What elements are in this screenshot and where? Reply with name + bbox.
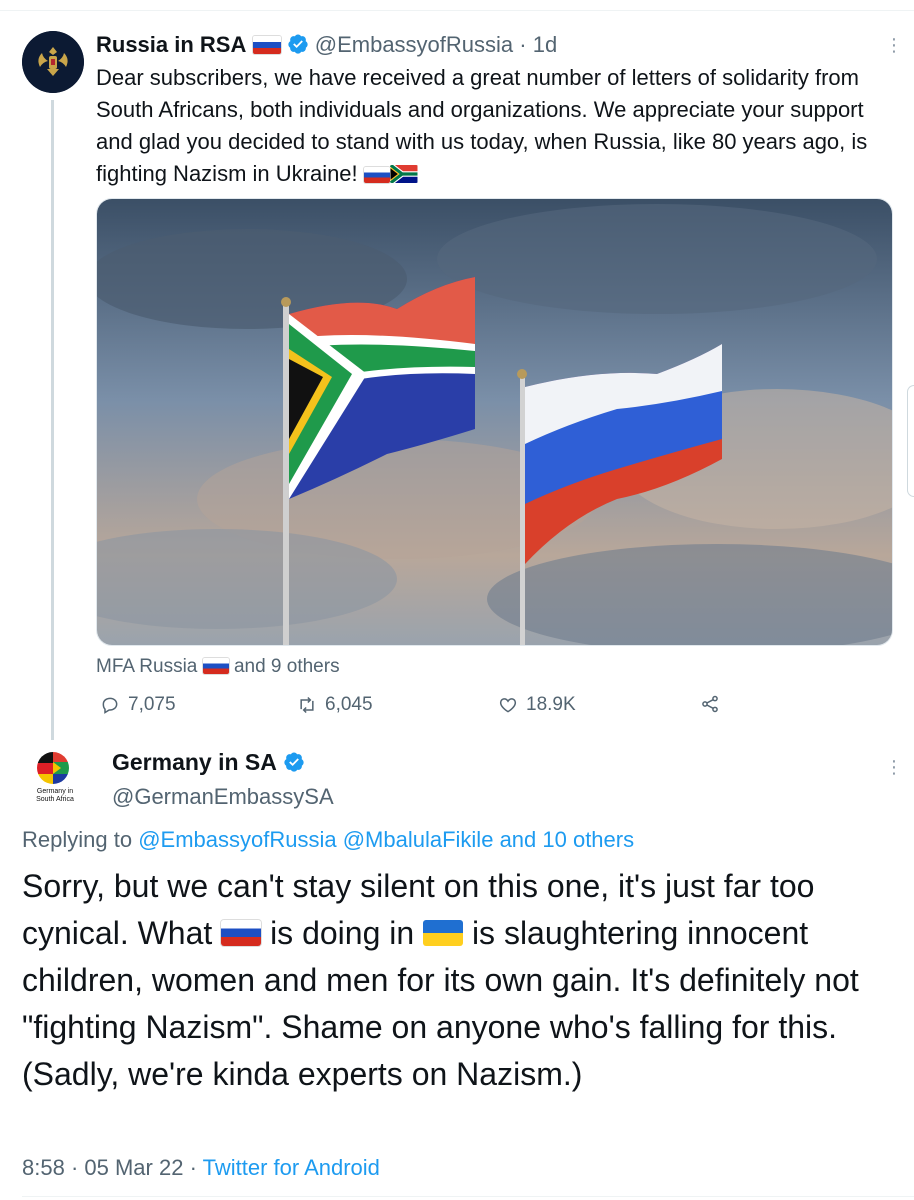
south-africa-flag-icon (389, 165, 418, 183)
avatar-caption: Germany in South Africa (27, 788, 83, 804)
tweet1-body: Dear subscribers, we have received a gre… (96, 65, 868, 186)
retweet-count: 6,045 (325, 694, 373, 715)
reply-icon (102, 697, 118, 714)
tweet1-header: Russia in RSA @EmbassyofRussia · 1d (96, 30, 557, 60)
tweet1-text: Dear subscribers, we have received a gre… (96, 62, 886, 190)
tweet1-author-name[interactable]: Russia in RSA (96, 32, 246, 57)
tweet2-author-name[interactable]: Germany in SA (112, 749, 277, 775)
tweet2-text-part2: is doing in (261, 915, 424, 951)
share-icon (702, 695, 718, 713)
top-divider (0, 0, 914, 11)
tweet2-author: Germany in SA (112, 746, 305, 778)
replying-prefix: Replying to (22, 827, 139, 852)
like-button[interactable]: 18.9K (498, 694, 576, 716)
tweet1-handle[interactable]: @EmbassyofRussia (315, 32, 513, 57)
tweet2-meta: 8:58 · 05 Mar 22 · Twitter for Android (22, 1153, 380, 1183)
more-options-icon[interactable]: ⋮ (885, 36, 903, 54)
tweet1-actions: 7,075 6,045 18.9K (100, 694, 740, 720)
russia-embassy-avatar[interactable] (22, 31, 84, 93)
avatar-caption-line2: South Africa (36, 796, 74, 803)
reply-mention-mbalulafikile[interactable]: @MbalulaFikile (343, 827, 494, 852)
tweet2-handle[interactable]: @GermanEmbassySA (112, 782, 334, 812)
bottom-divider (22, 1196, 914, 1197)
like-icon (499, 698, 517, 713)
germany-embassy-avatar[interactable]: Germany in South Africa (27, 748, 83, 808)
coat-of-arms-icon (22, 31, 84, 93)
germany-sa-logo-icon (37, 752, 69, 784)
russia-flag-icon (252, 36, 281, 54)
scroll-handle[interactable] (907, 385, 914, 497)
meta-separator: · (183, 1155, 203, 1180)
more-options-icon[interactable]: ⋮ (885, 758, 903, 776)
retweet-button[interactable]: 6,045 (297, 694, 373, 716)
avatar-caption-line1: Germany in (36, 788, 74, 795)
tweet2-date[interactable]: 05 Mar 22 (84, 1155, 183, 1180)
tweet2-text: Sorry, but we can't stay silent on this … (22, 863, 902, 1098)
reply-mention-embassyofrussia[interactable]: @EmbassyofRussia (138, 827, 336, 852)
ukraine-flag-icon (423, 920, 464, 946)
retweet-icon (300, 696, 314, 714)
russia-flag-icon (363, 167, 390, 183)
thread-line (51, 100, 54, 740)
reply-mention-others[interactable]: and 10 others (500, 827, 635, 852)
tweet2-time[interactable]: 8:58 (22, 1155, 65, 1180)
share-button[interactable] (700, 694, 720, 714)
verified-badge-icon (288, 34, 308, 54)
russia-flag-icon (221, 920, 262, 946)
like-count: 18.9K (526, 694, 576, 715)
reply-count: 7,075 (128, 694, 176, 715)
tweet1-separator: · (513, 32, 533, 57)
reply-button[interactable]: 7,075 (100, 694, 176, 716)
replying-to: Replying to @EmbassyofRussia @MbalulaFik… (22, 825, 634, 855)
tweet1-time[interactable]: 1d (533, 32, 557, 57)
tweet1-image-flags[interactable] (96, 198, 893, 646)
tweet2-source[interactable]: Twitter for Android (203, 1155, 380, 1180)
verified-badge-icon (284, 752, 304, 772)
social-context[interactable]: MFA Russia and 9 others (96, 654, 340, 680)
russia-flag-icon (202, 658, 229, 674)
social-context-user[interactable]: MFA Russia (96, 656, 197, 677)
meta-separator: · (64, 1155, 85, 1180)
social-context-rest: and 9 others (233, 656, 340, 677)
